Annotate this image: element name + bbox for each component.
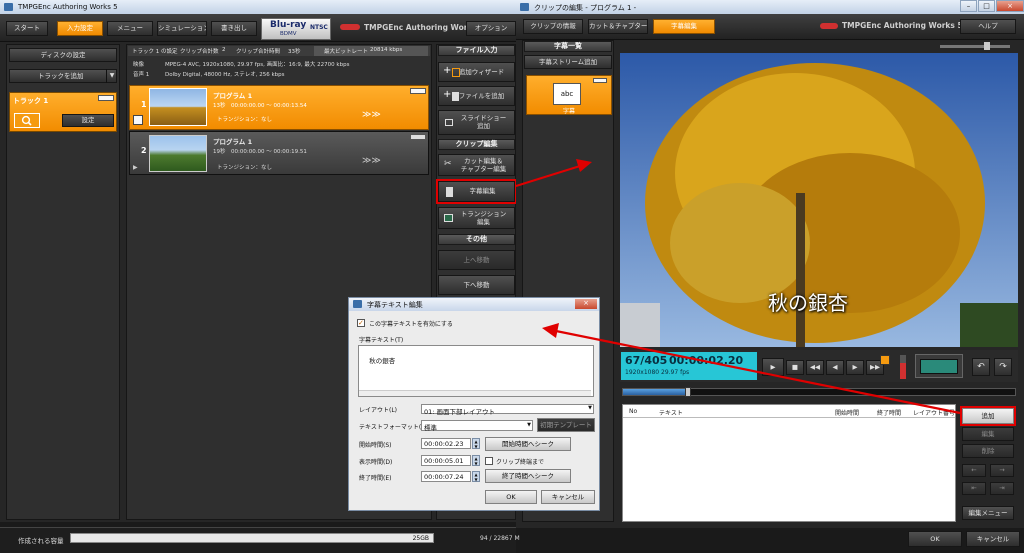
arrow-to-clip-editor: [515, 159, 592, 187]
annotation-arrows: [515, 159, 961, 415]
arrow-to-dialog: [542, 323, 961, 415]
